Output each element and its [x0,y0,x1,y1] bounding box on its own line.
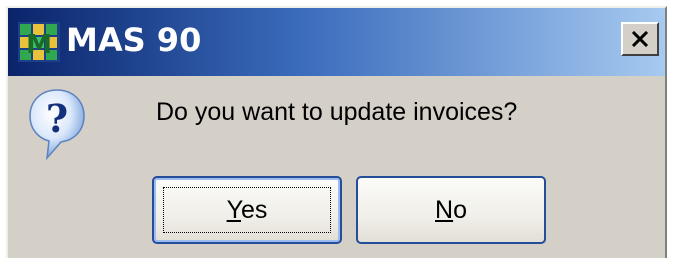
question-icon: ? [29,89,85,160]
yes-button[interactable]: Yes [152,176,342,244]
dialog-message: Do you want to update invoices? [156,98,518,126]
no-button[interactable]: No [356,176,546,244]
title-bar[interactable]: M MAS 90 [8,8,665,76]
yes-button-label: Yes [226,195,268,224]
close-icon [631,31,649,47]
no-button-label: No [435,195,467,224]
mas90-app-icon: M [18,22,60,62]
svg-text:M: M [26,30,52,60]
close-button[interactable] [621,22,659,56]
svg-text:?: ? [46,96,68,141]
window-title: MAS 90 [66,21,202,59]
message-dialog: M MAS 90 ? Do you want to update invoice… [6,6,667,258]
